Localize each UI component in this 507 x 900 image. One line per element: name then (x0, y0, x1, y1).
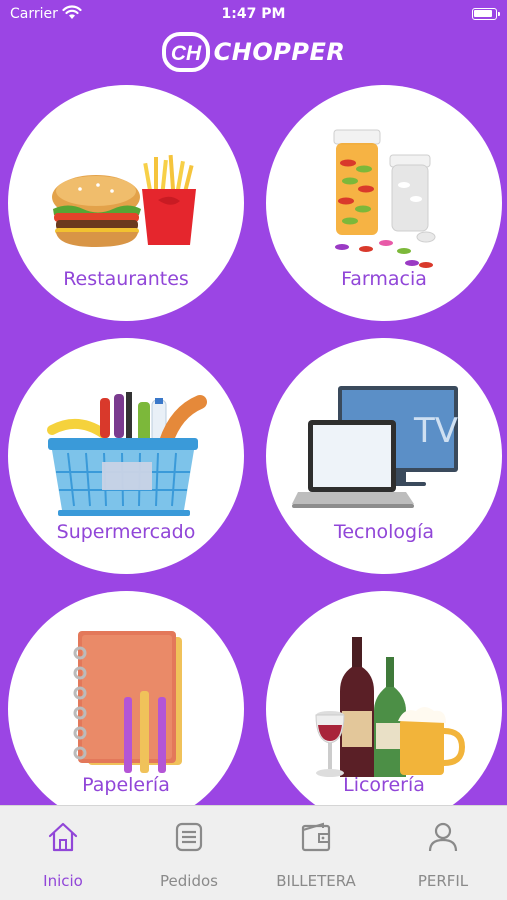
tab-label: BILLETERA (276, 872, 356, 890)
home-icon (48, 822, 78, 852)
category-restaurantes[interactable]: Restaurantes (8, 85, 244, 321)
battery-icon (472, 8, 500, 20)
category-licoreria[interactable]: Licorería (266, 591, 502, 827)
tab-bar: Inicio Pedidos BILLETERA PERFIL (0, 805, 507, 900)
logo-text: CHOPPER (213, 38, 346, 66)
wallet-icon (301, 822, 331, 852)
tab-billetera[interactable]: BILLETERA (253, 806, 379, 900)
category-farmacia[interactable]: Farmacia (266, 85, 502, 321)
category-supermercado[interactable]: Supermercado (8, 338, 244, 574)
status-bar: Carrier 1:47 PM (0, 0, 507, 30)
category-label: Licorería (343, 774, 425, 796)
list-icon (175, 822, 203, 852)
tab-label: Inicio (43, 872, 83, 890)
category-label: Restaurantes (63, 268, 189, 290)
tab-label: PERFIL (417, 872, 469, 890)
tab-perfil[interactable]: PERFIL (380, 806, 506, 900)
category-label: Papelería (82, 774, 170, 796)
svg-text:TV: TV (413, 411, 458, 451)
category-label: Tecnología (333, 521, 435, 543)
logo-mark: CH (171, 42, 202, 65)
category-label: Farmacia (341, 268, 427, 290)
tab-inicio[interactable]: Inicio (0, 806, 126, 900)
tab-pedidos[interactable]: Pedidos (126, 806, 252, 900)
category-label: Supermercado (56, 521, 196, 543)
user-icon (428, 822, 458, 852)
app-logo: CH CHOPPER (0, 30, 507, 74)
tab-label: Pedidos (160, 872, 218, 890)
chopper-logo-icon: CH (161, 32, 210, 72)
category-tecnologia[interactable]: TV Tecnología (266, 338, 502, 574)
clock: 1:47 PM (221, 6, 286, 22)
category-papeleria[interactable]: Papelería (8, 591, 244, 827)
